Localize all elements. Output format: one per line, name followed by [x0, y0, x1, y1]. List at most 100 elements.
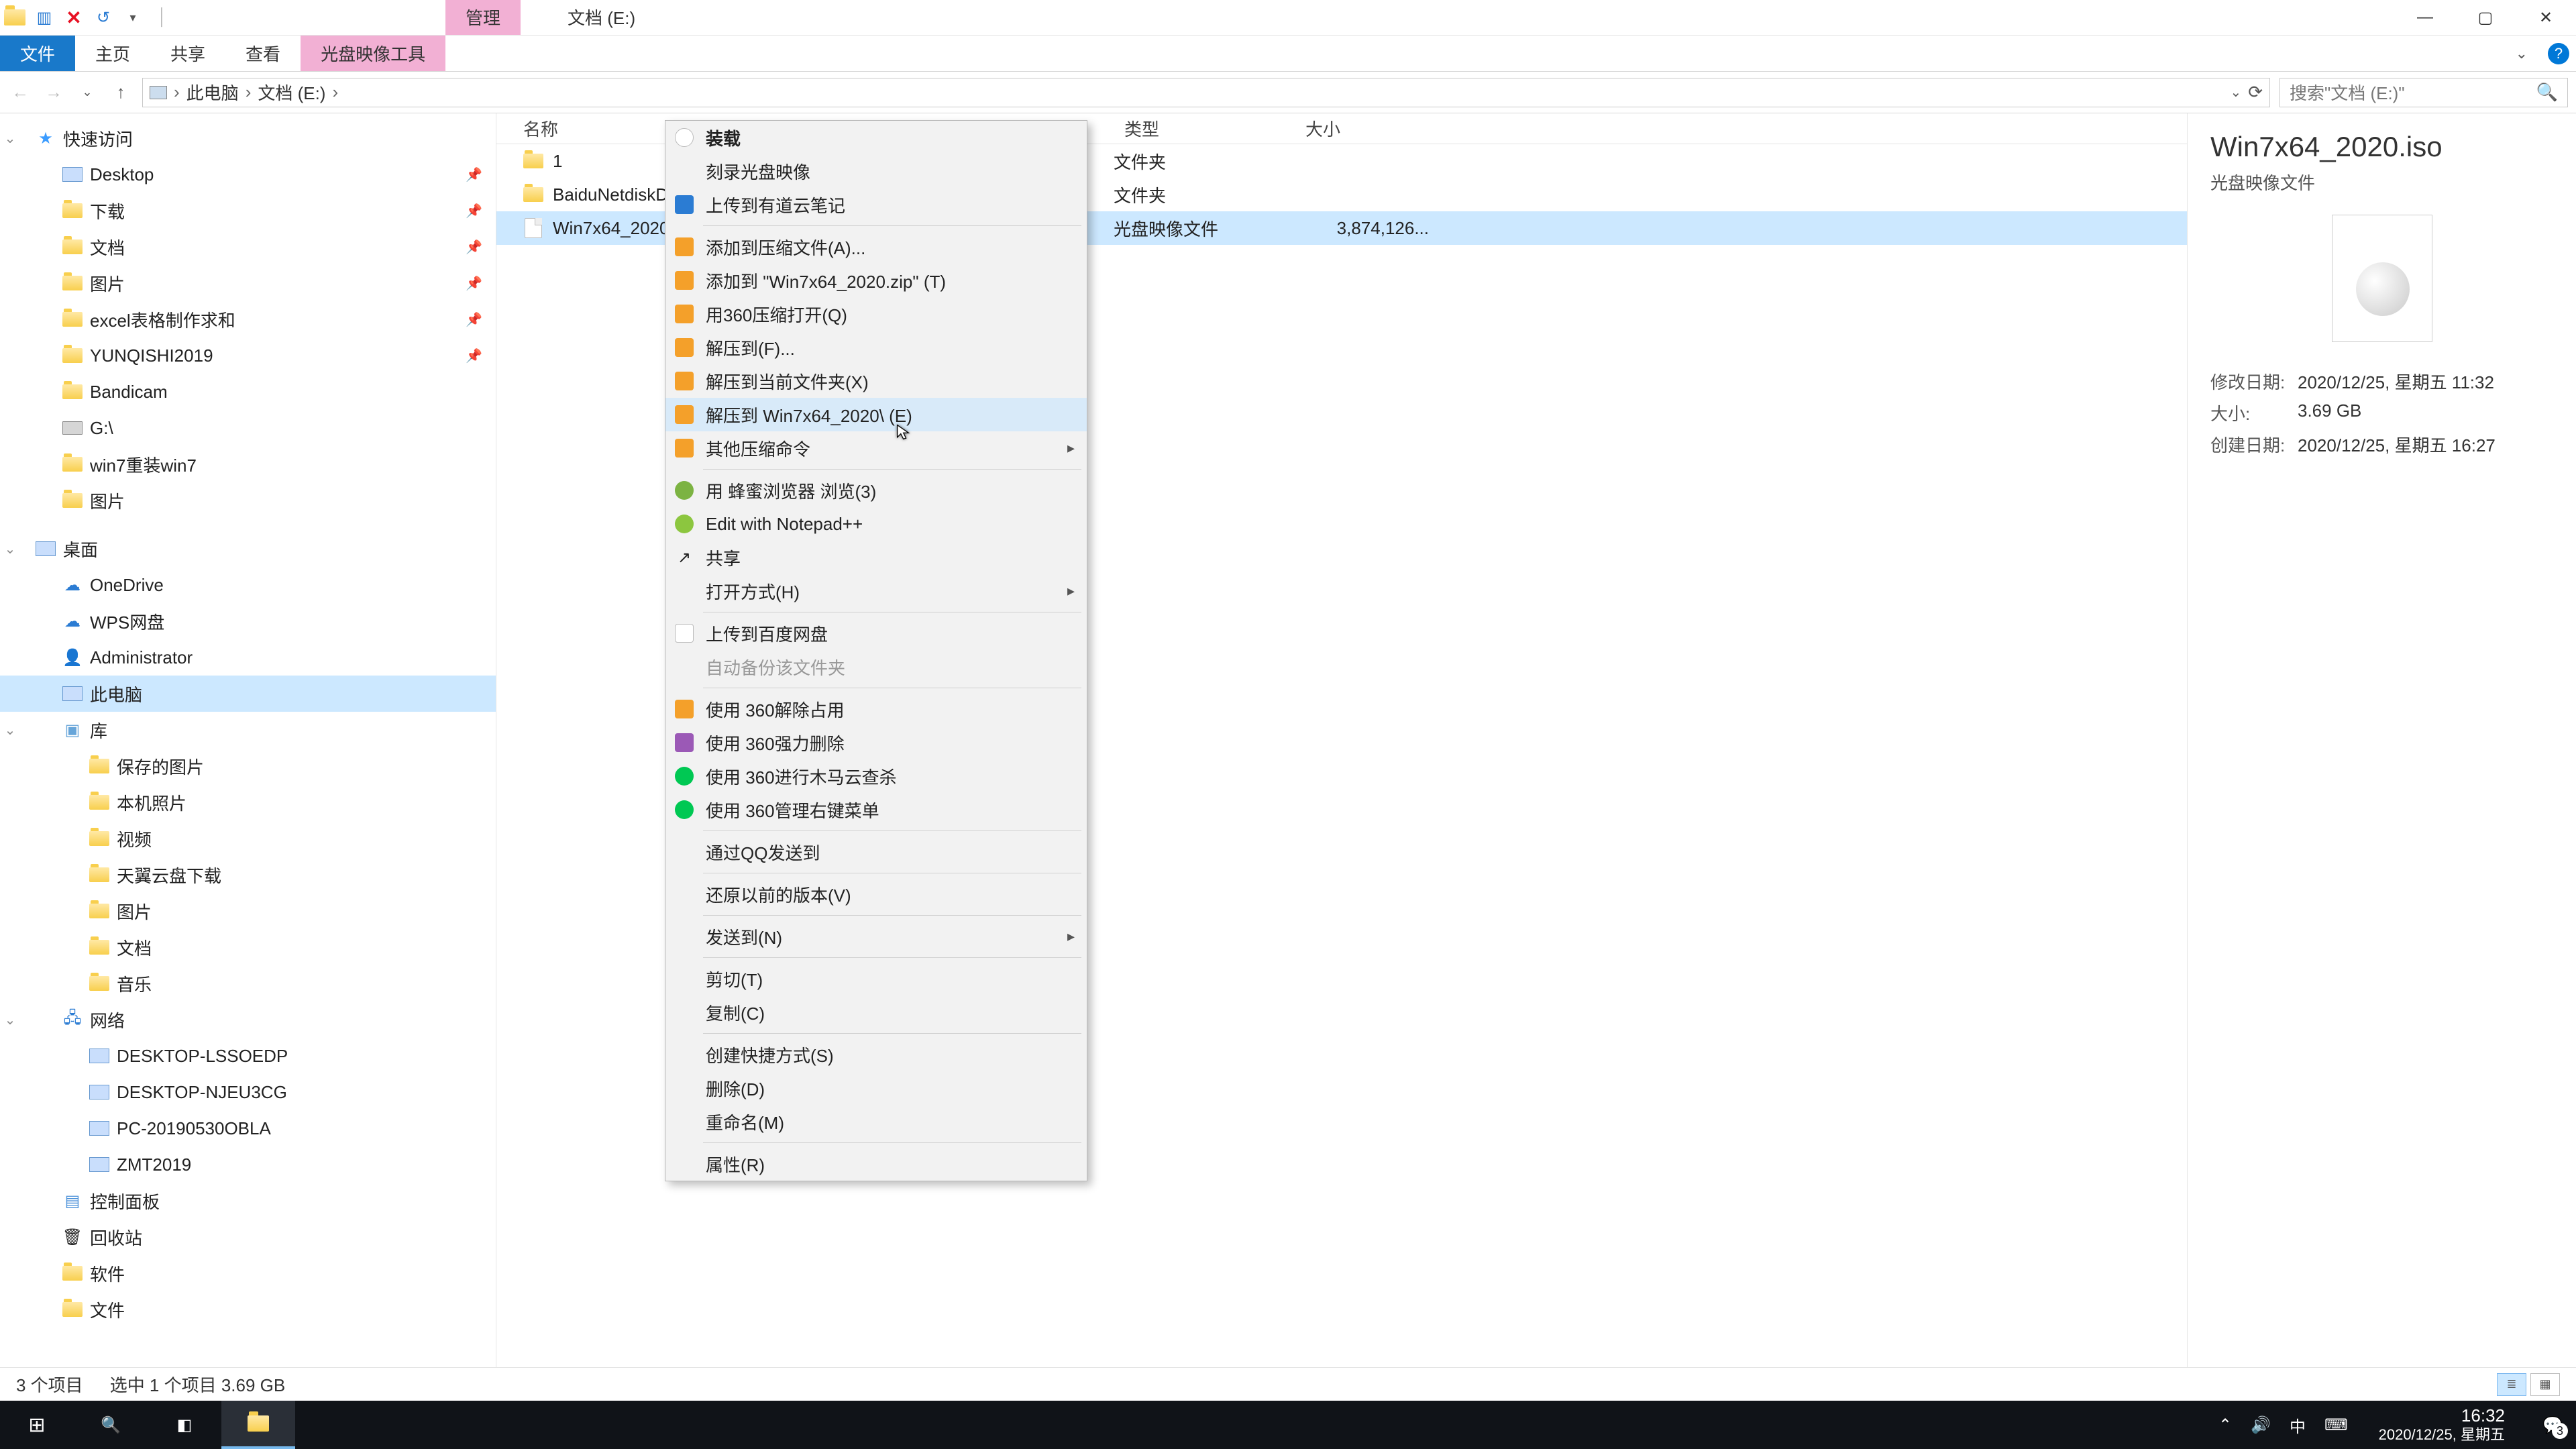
- ctx-properties[interactable]: 属性(R): [665, 1147, 1087, 1181]
- nav-back-button[interactable]: ←: [8, 80, 32, 105]
- expand-chevron-icon[interactable]: ⌄: [0, 130, 20, 147]
- ribbon-tab-file[interactable]: 文件: [0, 36, 75, 71]
- ctx-360-manage-menu[interactable]: 使用 360管理右键菜单: [665, 793, 1087, 826]
- ctx-cut[interactable]: 剪切(T): [665, 962, 1087, 996]
- taskbar-clock[interactable]: 16:32 2020/12/25, 星期五: [2367, 1406, 2517, 1443]
- ctx-baidu-upload[interactable]: 上传到百度网盘: [665, 616, 1087, 650]
- ctx-delete[interactable]: 删除(D): [665, 1071, 1087, 1105]
- ctx-extract-here[interactable]: 解压到当前文件夹(X): [665, 364, 1087, 398]
- nav-history-dropdown[interactable]: ⌄: [75, 80, 99, 105]
- ctx-send-to[interactable]: 发送到(N)▸: [665, 920, 1087, 953]
- tree-item[interactable]: Bandicam: [0, 374, 496, 410]
- ctx-qq-send[interactable]: 通过QQ发送到: [665, 835, 1087, 869]
- tree-item[interactable]: PC-20190530OBLA: [0, 1110, 496, 1146]
- tree-item[interactable]: YUNQISHI2019📌: [0, 337, 496, 374]
- tray-overflow-icon[interactable]: ⌃: [2218, 1415, 2232, 1435]
- search-input[interactable]: 搜索"文档 (E:)" 🔍: [2279, 78, 2568, 107]
- tray-ime-indicator[interactable]: 中: [2290, 1413, 2306, 1437]
- taskbar-search-button[interactable]: 🔍: [74, 1401, 148, 1449]
- tree-item[interactable]: 软件: [0, 1255, 496, 1291]
- navigation-tree[interactable]: ⌄★快速访问Desktop📌下载📌文档📌图片📌excel表格制作求和📌YUNQI…: [0, 113, 496, 1367]
- tree-item[interactable]: DESKTOP-NJEU3CG: [0, 1074, 496, 1110]
- start-button[interactable]: ⊞: [0, 1401, 74, 1449]
- tree-item[interactable]: 图片: [0, 893, 496, 929]
- ctx-add-archive[interactable]: 添加到压缩文件(A)...: [665, 230, 1087, 264]
- tree-item[interactable]: 此电脑: [0, 676, 496, 712]
- view-icons-button[interactable]: ▦: [2530, 1373, 2560, 1396]
- header-size[interactable]: 大小: [1295, 116, 1429, 141]
- ctx-notepadpp[interactable]: Edit with Notepad++: [665, 507, 1087, 541]
- tree-item[interactable]: 文件: [0, 1291, 496, 1328]
- ctx-other-zip[interactable]: 其他压缩命令▸: [665, 431, 1087, 465]
- tree-item[interactable]: ☁OneDrive: [0, 567, 496, 603]
- expand-chevron-icon[interactable]: ⌄: [0, 1012, 20, 1028]
- taskbar-explorer-button[interactable]: [221, 1401, 295, 1449]
- ctx-burn[interactable]: 刻录光盘映像: [665, 154, 1087, 188]
- ribbon-tab-home[interactable]: 主页: [75, 36, 150, 71]
- help-icon[interactable]: ?: [2548, 43, 2569, 64]
- ctx-create-shortcut[interactable]: 创建快捷方式(S): [665, 1038, 1087, 1071]
- tree-item[interactable]: ZMT2019: [0, 1146, 496, 1183]
- ribbon-collapse-icon[interactable]: ⌄: [2516, 45, 2528, 62]
- tree-item[interactable]: 🗑回收站: [0, 1219, 496, 1255]
- ctx-copy[interactable]: 复制(C): [665, 996, 1087, 1029]
- maximize-button[interactable]: ▢: [2455, 0, 2516, 36]
- ctx-360-force-delete[interactable]: 使用 360强力删除: [665, 726, 1087, 759]
- nav-up-button[interactable]: ↑: [109, 80, 133, 105]
- tree-item[interactable]: 图片📌: [0, 265, 496, 301]
- tree-item[interactable]: 保存的图片: [0, 748, 496, 784]
- ribbon-tab-disc-image-tools[interactable]: 光盘映像工具: [301, 36, 445, 71]
- ctx-bee-browser[interactable]: 用 蜂蜜浏览器 浏览(3): [665, 474, 1087, 507]
- tree-item[interactable]: 本机照片: [0, 784, 496, 820]
- ctx-share[interactable]: ↗共享: [665, 541, 1087, 574]
- tree-item[interactable]: 天翼云盘下载: [0, 857, 496, 893]
- qat-undo-icon[interactable]: ↺: [93, 7, 114, 28]
- ctx-open-360zip[interactable]: 用360压缩打开(Q): [665, 297, 1087, 331]
- ctx-360-trojan-scan[interactable]: 使用 360进行木马云查杀: [665, 759, 1087, 793]
- minimize-button[interactable]: —: [2395, 0, 2455, 36]
- qat-dropdown-icon[interactable]: ▾: [122, 7, 144, 28]
- view-details-button[interactable]: ≣: [2497, 1373, 2526, 1396]
- tree-item[interactable]: 音乐: [0, 965, 496, 1002]
- close-button[interactable]: ✕: [2516, 0, 2576, 36]
- qat-save-icon[interactable]: ▥: [34, 7, 55, 28]
- tree-item[interactable]: Desktop📌: [0, 156, 496, 193]
- address-dropdown-icon[interactable]: ⌄: [2230, 84, 2241, 101]
- tray-keyboard-icon[interactable]: ⌨: [2324, 1415, 2348, 1435]
- header-type[interactable]: 类型: [1114, 116, 1295, 141]
- tree-item[interactable]: excel表格制作求和📌: [0, 301, 496, 337]
- ctx-restore-previous[interactable]: 还原以前的版本(V): [665, 877, 1087, 911]
- tree-item[interactable]: G:\: [0, 410, 496, 446]
- nav-forward-button[interactable]: →: [42, 80, 66, 105]
- tree-item[interactable]: 文档📌: [0, 229, 496, 265]
- ctx-extract-named[interactable]: 解压到 Win7x64_2020\ (E): [665, 398, 1087, 431]
- tree-item[interactable]: ⌄▣库: [0, 712, 496, 748]
- ctx-add-zip[interactable]: 添加到 "Win7x64_2020.zip" (T): [665, 264, 1087, 297]
- taskbar-taskview-button[interactable]: ◧: [148, 1401, 221, 1449]
- ctx-extract-to[interactable]: 解压到(F)...: [665, 331, 1087, 364]
- ctx-rename[interactable]: 重命名(M): [665, 1105, 1087, 1138]
- address-refresh-icon[interactable]: ⟳: [2248, 82, 2263, 103]
- ribbon-tab-view[interactable]: 查看: [225, 36, 301, 71]
- tree-item[interactable]: 下载📌: [0, 193, 496, 229]
- ribbon-tab-share[interactable]: 共享: [150, 36, 225, 71]
- expand-chevron-icon[interactable]: ⌄: [0, 722, 20, 739]
- ctx-youdao[interactable]: 上传到有道云笔记: [665, 188, 1087, 221]
- expand-chevron-icon[interactable]: ⌄: [0, 541, 20, 557]
- tree-item[interactable]: ⌄桌面: [0, 531, 496, 567]
- tray-volume-icon[interactable]: 🔊: [2251, 1415, 2271, 1435]
- tree-item[interactable]: ☁WPS网盘: [0, 603, 496, 639]
- tree-item[interactable]: 文档: [0, 929, 496, 965]
- tree-item[interactable]: 图片: [0, 482, 496, 519]
- ctx-360-unlock[interactable]: 使用 360解除占用: [665, 692, 1087, 726]
- tree-item[interactable]: DESKTOP-LSSOEDP: [0, 1038, 496, 1074]
- qat-delete-icon[interactable]: ✕: [63, 7, 85, 28]
- ctx-mount[interactable]: 装载: [665, 121, 1087, 154]
- breadcrumb-current[interactable]: 文档 (E:): [258, 80, 325, 105]
- ctx-open-with[interactable]: 打开方式(H)▸: [665, 574, 1087, 608]
- tree-item[interactable]: 视频: [0, 820, 496, 857]
- tree-item[interactable]: ⌄★快速访问: [0, 120, 496, 156]
- action-center-button[interactable]: 💬 3: [2536, 1408, 2569, 1442]
- breadcrumb-this-pc[interactable]: 此电脑: [186, 80, 239, 105]
- tree-item[interactable]: ▤控制面板: [0, 1183, 496, 1219]
